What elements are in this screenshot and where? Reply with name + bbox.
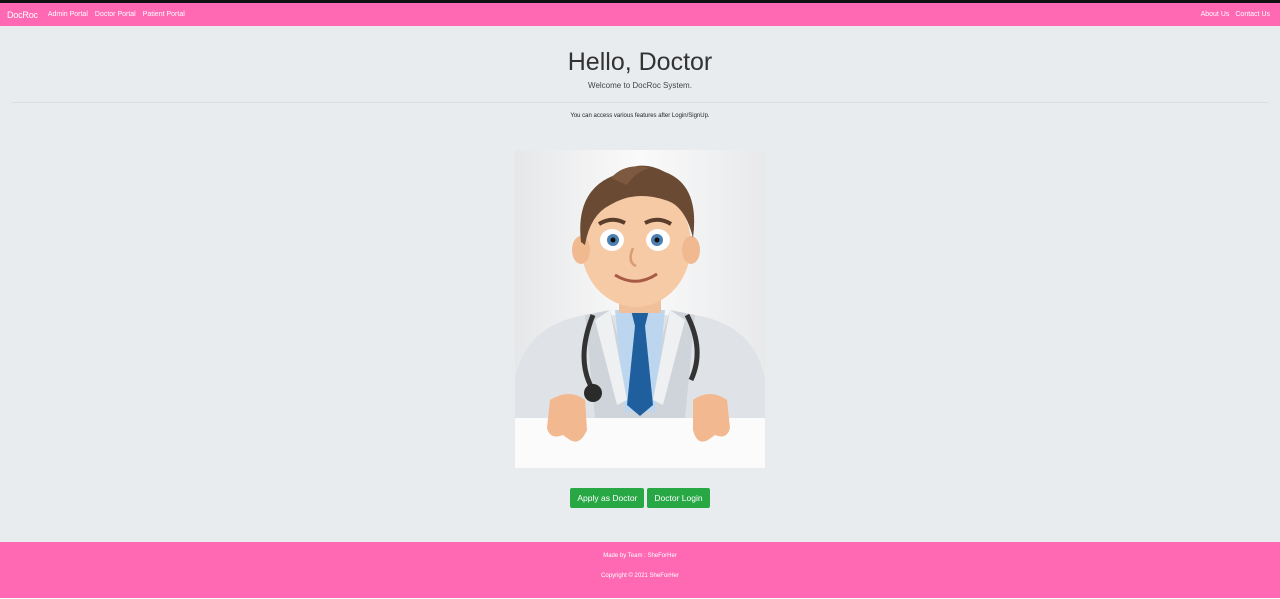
info-text: You can access various features after Lo… — [570, 113, 710, 119]
doctor-image — [515, 150, 765, 468]
jumbotron: Hello, Doctor Welcome to DocRoc System. … — [0, 26, 1280, 542]
nav-patient-portal[interactable]: Patient Portal — [143, 11, 185, 18]
page-title: Hello, Doctor — [567, 48, 713, 76]
button-row: Apply as Doctor Doctor Login — [0, 488, 1280, 508]
nav-admin-portal[interactable]: Admin Portal — [48, 11, 88, 18]
brand-logo[interactable]: DocRoc — [7, 10, 38, 20]
navbar-right: About Us Contact Us — [1195, 11, 1280, 18]
navbar: DocRoc Admin Portal Doctor Portal Patien… — [0, 3, 1280, 26]
navbar-left: DocRoc Admin Portal Doctor Portal Patien… — [0, 10, 192, 20]
apply-as-doctor-button[interactable]: Apply as Doctor — [570, 488, 645, 508]
nav-doctor-portal[interactable]: Doctor Portal — [95, 11, 136, 18]
nav-about-us[interactable]: About Us — [1201, 11, 1230, 18]
footer: Made by Team : SheForHer Copyright © 202… — [0, 542, 1280, 598]
footer-made-by: Made by Team : SheForHer — [603, 553, 677, 559]
page-subtitle: Welcome to DocRoc System. — [588, 81, 692, 90]
footer-copyright: Copyright © 2021 SheForHer — [601, 573, 679, 579]
doctor-login-button[interactable]: Doctor Login — [647, 488, 710, 508]
nav-contact-us[interactable]: Contact Us — [1235, 11, 1270, 18]
divider — [12, 102, 1268, 103]
